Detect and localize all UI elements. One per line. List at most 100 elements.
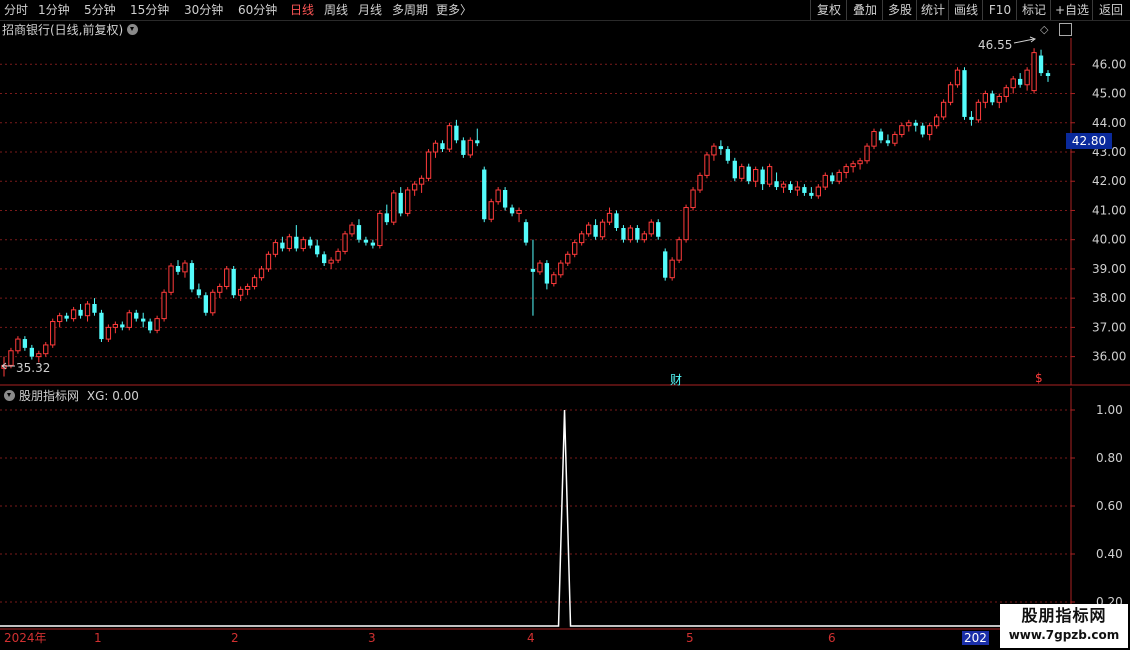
- price-tick-label: 46.00: [1092, 57, 1126, 71]
- candle-body: [822, 174, 828, 188]
- candle-body: [774, 181, 779, 188]
- candle-body: [830, 175, 835, 182]
- candle-body: [621, 228, 626, 240]
- candle-body: [363, 239, 369, 243]
- candle-body: [398, 192, 403, 214]
- watermark-title: 股朋指标网: [1021, 606, 1107, 625]
- candle-body: [753, 169, 759, 182]
- candle-body: [391, 192, 397, 223]
- finance-marker-icon[interactable]: 财: [670, 371, 682, 388]
- candle-body: [544, 263, 550, 284]
- candle-body: [134, 312, 139, 319]
- candle-body: [927, 125, 933, 135]
- chart-canvas[interactable]: 36.0037.0038.0039.0040.0041.0042.0043.00…: [0, 0, 1130, 650]
- candle-body: [982, 93, 989, 103]
- candle-body: [280, 242, 285, 249]
- indicator-name: 股朋指标网: [19, 389, 80, 403]
- candle-body: [237, 288, 244, 296]
- candle-body: [899, 125, 905, 135]
- date-axis-end-label: 202: [962, 631, 989, 645]
- candle-body: [572, 242, 578, 255]
- candle-body: [440, 143, 445, 150]
- candle-body: [210, 291, 216, 314]
- candle-body: [99, 312, 104, 340]
- watermark-logo: 股朋指标网 www.7gpzb.com: [1000, 604, 1128, 648]
- current-price-badge: 42.80: [1066, 133, 1112, 149]
- candle-body: [739, 166, 745, 179]
- candle-body: [683, 207, 689, 241]
- candle-body: [913, 122, 918, 126]
- indicator-tick-label: 0.60: [1096, 499, 1123, 513]
- candle-body: [322, 254, 327, 264]
- diamond-icon[interactable]: ◇: [1040, 23, 1048, 36]
- candle-body: [857, 160, 863, 165]
- candle-body: [788, 184, 793, 190]
- candle-body: [15, 338, 21, 352]
- candle-body: [920, 125, 925, 135]
- candle-body: [126, 312, 132, 328]
- candle-body: [843, 166, 849, 173]
- low-price-label: 35.32: [16, 361, 51, 375]
- candle-body: [335, 250, 341, 261]
- candle-body: [635, 228, 640, 240]
- candle-body: [168, 265, 174, 293]
- candle-body: [36, 353, 42, 358]
- candle-body: [84, 303, 91, 317]
- candle-body: [112, 323, 119, 328]
- candle-body: [990, 93, 995, 103]
- candle-body: [1010, 78, 1016, 89]
- candle-body: [940, 101, 947, 118]
- candle-body: [244, 285, 251, 290]
- candle-body: [258, 268, 265, 279]
- candle-body: [50, 321, 56, 346]
- candle-body: [1031, 52, 1037, 92]
- candle-body: [746, 166, 751, 182]
- candle-body: [502, 190, 508, 208]
- candle-body: [92, 304, 97, 313]
- indicator-tick-label: 1.00: [1096, 403, 1123, 417]
- candle-body: [558, 262, 564, 276]
- candle-body: [537, 262, 543, 273]
- candle-body: [64, 315, 69, 319]
- candle-body: [802, 187, 807, 193]
- candle-body: [120, 324, 125, 328]
- price-tick-label: 45.00: [1092, 87, 1126, 101]
- candle-body: [516, 209, 522, 214]
- candle-body: [495, 189, 501, 203]
- candle-body: [488, 201, 494, 220]
- indicator-tick-label: 0.40: [1096, 547, 1123, 561]
- candle-body: [871, 131, 877, 147]
- candle-body: [975, 101, 982, 121]
- candle-body: [57, 315, 63, 323]
- candle-body: [885, 140, 891, 144]
- candle-body: [370, 242, 376, 246]
- indicator-options-dropdown-icon[interactable]: [4, 390, 15, 401]
- candle-body: [315, 245, 320, 255]
- date-axis-label: 5: [686, 631, 694, 645]
- indicator-tick-label: 0.80: [1096, 451, 1123, 465]
- candle-body: [411, 183, 418, 191]
- candle-body: [105, 326, 112, 340]
- candle-body: [530, 268, 536, 272]
- candle-body: [231, 268, 236, 296]
- price-tick-label: 44.00: [1092, 116, 1126, 130]
- candle-body: [1003, 87, 1009, 97]
- candle-body: [809, 192, 814, 196]
- candle-body: [294, 236, 299, 249]
- candle-body: [1018, 78, 1023, 85]
- candle-body: [328, 259, 334, 264]
- candle-body: [599, 221, 606, 238]
- candle-body: [217, 285, 223, 293]
- chart-options-dropdown-icon[interactable]: [127, 24, 139, 35]
- candle-body: [947, 84, 954, 103]
- candle-body: [780, 183, 787, 188]
- candle-body: [196, 289, 202, 296]
- dividend-marker-icon[interactable]: $: [1035, 371, 1043, 385]
- panel-toggle-icon[interactable]: [1059, 23, 1072, 36]
- price-tick-label: 38.00: [1092, 291, 1126, 305]
- candle-body: [697, 174, 703, 191]
- candle-body: [446, 125, 453, 150]
- candle-body: [962, 70, 967, 117]
- watermark-url: www.7gpzb.com: [1008, 628, 1120, 642]
- candle-body: [224, 268, 230, 287]
